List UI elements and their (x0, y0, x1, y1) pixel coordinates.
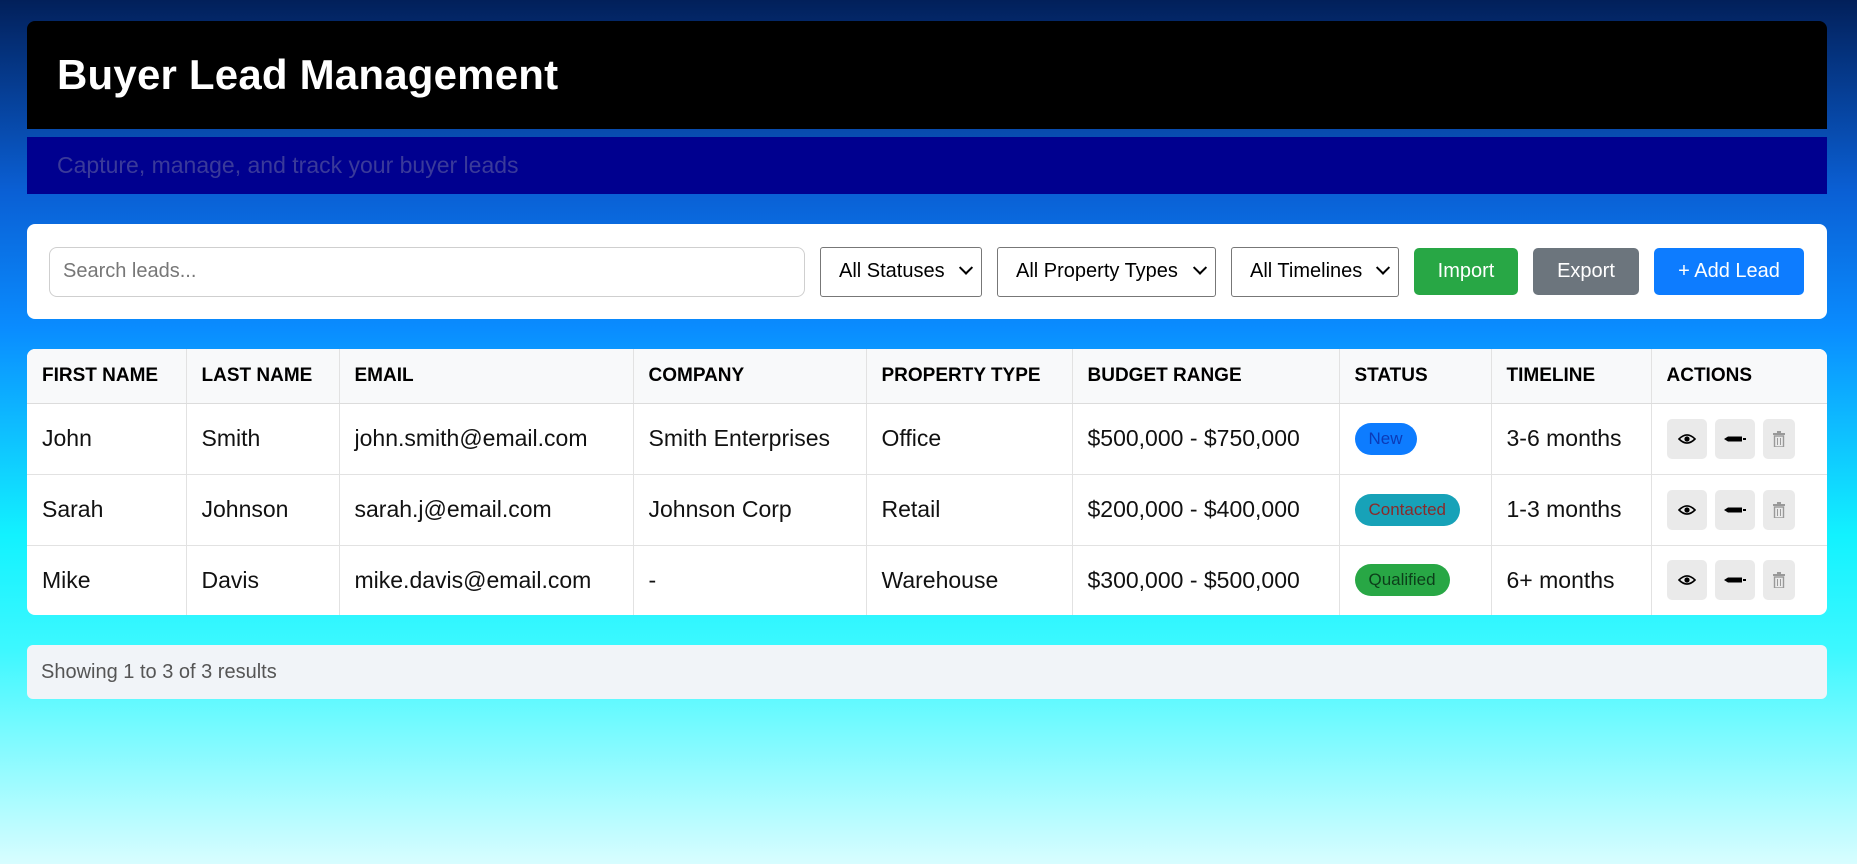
cell-status: New (1339, 403, 1492, 475)
column-header-first-name[interactable]: FIRST NAME (27, 349, 187, 404)
cell-first-name: John (27, 403, 187, 475)
cell-budget-range: $500,000 - $750,000 (1072, 403, 1340, 475)
leads-table-card: FIRST NAME LAST NAME EMAIL COMPANY PROPE… (27, 349, 1827, 615)
cell-first-name: Sarah (27, 474, 187, 546)
status-filter-select[interactable]: All Statuses (820, 246, 982, 297)
cell-property-type: Office (866, 403, 1073, 475)
table-row[interactable]: Mike Davis mike.davis@email.com - Wareho… (27, 545, 1827, 615)
status-badge: New (1354, 422, 1417, 455)
cell-company: Johnson Corp (633, 474, 867, 546)
edit-icon (1723, 507, 1746, 512)
column-header-timeline[interactable]: TIMELINE (1491, 349, 1652, 404)
table-row[interactable]: Sarah Johnson sarah.j@email.com Johnson … (27, 474, 1827, 546)
cell-timeline: 1-3 months (1491, 474, 1652, 546)
edit-button[interactable] (1714, 560, 1755, 601)
edit-icon (1723, 577, 1746, 583)
column-header-actions: ACTIONS (1651, 349, 1827, 404)
trash-icon (1772, 501, 1785, 518)
pagination-footer: Showing 1 to 3 of 3 results (27, 645, 1827, 699)
page-header: Buyer Lead Management (27, 21, 1827, 129)
trash-icon (1772, 430, 1785, 447)
cell-actions (1651, 403, 1827, 475)
column-header-budget-range[interactable]: BUDGET RANGE (1072, 349, 1340, 404)
view-button[interactable] (1666, 560, 1707, 601)
cell-email: mike.davis@email.com (339, 545, 634, 615)
cell-email: sarah.j@email.com (339, 474, 634, 546)
chevron-down-icon (1192, 260, 1208, 275)
table-header-row: FIRST NAME LAST NAME EMAIL COMPANY PROPE… (27, 349, 1827, 404)
export-button[interactable]: Export (1533, 248, 1639, 295)
delete-button[interactable] (1762, 489, 1795, 530)
cell-last-name: Davis (186, 545, 340, 615)
column-header-status[interactable]: STATUS (1339, 349, 1492, 404)
view-button[interactable] (1666, 418, 1707, 459)
edit-button[interactable] (1714, 489, 1755, 530)
cell-email: john.smith@email.com (339, 403, 634, 475)
cell-property-type: Warehouse (866, 545, 1073, 615)
cell-actions (1651, 474, 1827, 546)
search-input[interactable] (49, 246, 805, 297)
status-badge: Contacted (1354, 493, 1460, 526)
cell-timeline: 3-6 months (1491, 403, 1652, 475)
delete-button[interactable] (1762, 560, 1795, 601)
cell-first-name: Mike (27, 545, 187, 615)
leads-table: FIRST NAME LAST NAME EMAIL COMPANY PROPE… (27, 349, 1827, 615)
cell-budget-range: $300,000 - $500,000 (1072, 545, 1340, 615)
cell-timeline: 6+ months (1491, 545, 1652, 615)
subtitle-bar: Capture, manage, and track your buyer le… (27, 137, 1827, 194)
chevron-down-icon (1375, 260, 1391, 275)
eye-icon (1677, 504, 1696, 515)
eye-icon (1677, 433, 1696, 444)
trash-icon (1772, 572, 1785, 589)
timeline-filter-select[interactable]: All Timelines (1231, 246, 1399, 297)
page-title: Buyer Lead Management (57, 51, 559, 98)
status-filter-value: All Statuses (839, 260, 945, 282)
chevron-down-icon (958, 260, 974, 275)
cell-property-type: Retail (866, 474, 1073, 546)
cell-company: Smith Enterprises (633, 403, 867, 475)
timeline-filter-value: All Timelines (1250, 260, 1363, 282)
cell-actions (1651, 545, 1827, 615)
app-container: Buyer Lead Management Capture, manage, a… (27, 21, 1827, 699)
column-header-company[interactable]: COMPANY (633, 349, 867, 404)
page-subtitle: Capture, manage, and track your buyer le… (57, 152, 519, 178)
table-row[interactable]: John Smith john.smith@email.com Smith En… (27, 403, 1827, 475)
delete-button[interactable] (1762, 418, 1795, 459)
column-header-email[interactable]: EMAIL (339, 349, 634, 404)
import-button[interactable]: Import (1414, 248, 1518, 295)
edit-button[interactable] (1714, 418, 1755, 459)
cell-last-name: Johnson (186, 474, 340, 546)
add-lead-button[interactable]: + Add Lead (1654, 248, 1804, 295)
cell-budget-range: $200,000 - $400,000 (1072, 474, 1340, 546)
cell-status: Contacted (1339, 474, 1492, 546)
eye-icon (1677, 575, 1696, 586)
edit-icon (1723, 436, 1746, 441)
column-header-last-name[interactable]: LAST NAME (186, 349, 340, 404)
view-button[interactable] (1666, 489, 1707, 530)
cell-status: Qualified (1339, 545, 1492, 615)
status-badge: Qualified (1354, 564, 1450, 597)
cell-company: - (633, 545, 867, 615)
property-type-filter-select[interactable]: All Property Types (997, 246, 1216, 297)
column-header-property-type[interactable]: PROPERTY TYPE (866, 349, 1073, 404)
toolbar: All Statuses All Property Types All Time… (27, 224, 1827, 319)
cell-last-name: Smith (186, 403, 340, 475)
results-count: Showing 1 to 3 of 3 results (41, 660, 277, 683)
property-filter-value: All Property Types (1016, 260, 1178, 282)
